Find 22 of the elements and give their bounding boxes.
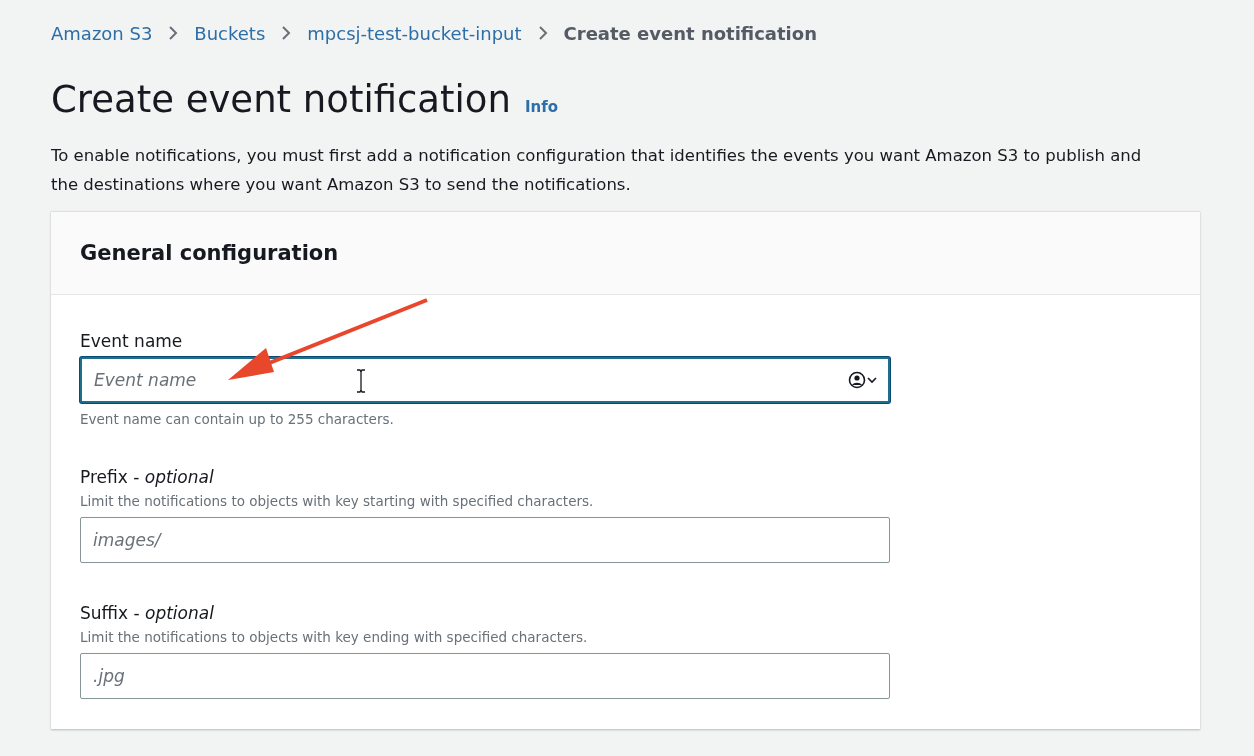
page-title: Create event notification bbox=[51, 78, 511, 121]
field-label: Prefix - optional bbox=[80, 467, 215, 487]
info-link[interactable]: Info bbox=[524, 98, 558, 116]
text-input[interactable]: Event name bbox=[80, 357, 890, 403]
field-label: Event name bbox=[80, 331, 184, 351]
text-input[interactable]: images/ bbox=[80, 517, 890, 563]
chevron-right-icon bbox=[537, 25, 548, 41]
chevron-right-icon bbox=[281, 25, 292, 41]
panel-title: General configuration bbox=[80, 241, 339, 265]
field-label: Suffix - optional bbox=[80, 603, 215, 623]
field-description: Limit the notifications to objects with key starting with specified characters. bbox=[80, 493, 595, 509]
field-description: Limit the notifications to objects with key ending with specified characters. bbox=[80, 629, 589, 645]
breadcrumb-link[interactable]: mpcsj-test-bucket-input bbox=[307, 22, 522, 44]
breadcrumb-current: Create event notification bbox=[563, 22, 817, 44]
chevron-right-icon bbox=[168, 25, 179, 41]
breadcrumb-link[interactable]: Buckets bbox=[194, 22, 266, 44]
text-cursor-icon bbox=[356, 369, 366, 393]
breadcrumb-link[interactable]: Amazon S3 bbox=[51, 22, 153, 44]
text-input[interactable]: .jpg bbox=[80, 653, 890, 699]
autofill-icon[interactable] bbox=[848, 371, 878, 389]
page-description: To enable notifications, you must first add a notification configuration that identifies the events you want Amazon S3 to publish and the destinations where you want Amazon S3 to send the notifications. bbox=[51, 145, 1143, 196]
field-constraint: Event name can contain up to 255 characters. bbox=[80, 411, 395, 427]
